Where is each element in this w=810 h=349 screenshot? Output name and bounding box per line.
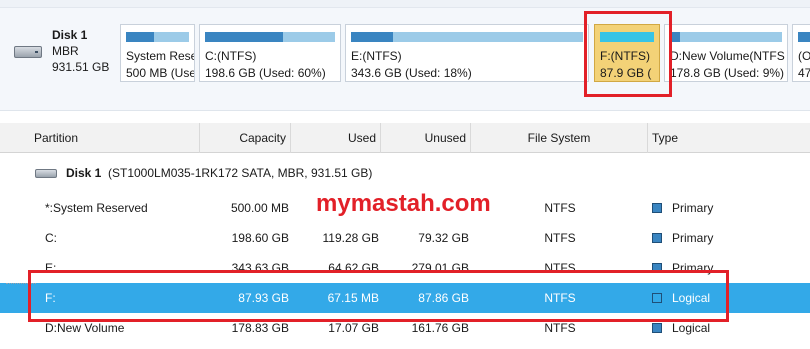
partition-used: 119.28 GB <box>322 231 379 245</box>
partition-capacity: 198.60 GB <box>231 231 289 245</box>
partition-block-label: D:New Volume(NTFS <box>670 49 785 63</box>
partition-type-label: Primary <box>672 231 714 245</box>
partition-name: *:System Reserved <box>45 201 148 215</box>
partition-block-d[interactable]: D:New Volume(NTFS 178.8 GB (Used: 9%) <box>664 24 788 82</box>
usage-fill <box>798 32 810 42</box>
hard-disk-icon <box>35 169 57 178</box>
partition-block-c[interactable]: C:(NTFS) 198.6 GB (Used: 60%) <box>199 24 341 82</box>
disk-type: MBR <box>52 44 79 58</box>
usage-fill <box>205 32 283 42</box>
partition-block-system-reserved[interactable]: System Rese 500 MB (Use <box>120 24 195 82</box>
disk-map-disk-info[interactable]: Disk 1 MBR 931.51 GB <box>10 22 115 82</box>
partition-name: C: <box>45 231 57 245</box>
partition-capacity: 500.00 MB <box>230 201 289 215</box>
usage-bar <box>205 32 335 42</box>
partition-block-detail: 343.6 GB (Used: 18%) <box>351 66 472 80</box>
column-header-unused[interactable]: Unused <box>381 123 471 153</box>
disk-size: 931.51 GB <box>52 60 110 74</box>
usage-bar <box>351 32 583 42</box>
column-header-file-system[interactable]: File System <box>471 123 648 153</box>
partition-type-label: Primary <box>672 201 714 215</box>
partition-table-header: Partition Capacity Used Unused File Syst… <box>0 123 810 153</box>
disk-row-name: Disk 1 <box>66 166 102 180</box>
partition-type: Primary <box>652 193 713 223</box>
column-header-used[interactable]: Used <box>291 123 381 153</box>
usage-bar <box>126 32 189 42</box>
partition-type-label: Logical <box>672 321 711 335</box>
usage-fill <box>351 32 393 42</box>
partition-block-label: E:(NTFS) <box>351 49 402 63</box>
table-row[interactable]: C: 198.60 GB 119.28 GB 79.32 GB NTFS Pri… <box>0 223 810 253</box>
column-header-capacity[interactable]: Capacity <box>200 123 291 153</box>
partition-file-system: NTFS <box>544 201 576 215</box>
highlight-box-row-f <box>28 270 729 322</box>
partition-block-label: (O <box>798 49 810 63</box>
hard-disk-icon <box>14 46 42 58</box>
partition-block-detail: 198.6 GB (Used: 60%) <box>205 66 326 80</box>
disk-map-panel: Disk 1 MBR 931.51 GB System Rese 500 MB … <box>0 0 810 111</box>
highlight-box-partition-f <box>584 11 672 97</box>
watermark: mymastah.com <box>316 190 491 217</box>
partition-unused: 79.32 GB <box>418 231 469 245</box>
partition-block-o[interactable]: (O 47 <box>792 24 810 82</box>
partition-block-e[interactable]: E:(NTFS) 343.6 GB (Used: 18%) <box>345 24 589 82</box>
partition-block-detail: 47 <box>798 66 810 80</box>
disk-name: Disk 1 <box>52 28 88 42</box>
usage-bar <box>670 32 782 42</box>
panel-gap <box>0 111 810 123</box>
partition-block-detail: 178.8 GB (Used: 9%) <box>670 66 785 80</box>
toolbar-edge <box>0 0 810 8</box>
usage-fill <box>126 32 155 42</box>
partition-file-system: NTFS <box>544 231 576 245</box>
usage-bar <box>798 32 810 42</box>
column-header-partition[interactable]: Partition <box>0 123 200 153</box>
partition-block-label: System Rese <box>126 49 195 63</box>
disk-row-details: (ST1000LM035-1RK172 SATA, MBR, 931.51 GB… <box>108 166 373 180</box>
column-header-type[interactable]: Type <box>648 123 810 153</box>
partition-type: Primary <box>652 223 713 253</box>
partition-block-label: C:(NTFS) <box>205 49 257 63</box>
disk-row[interactable]: Disk 1 (ST1000LM035-1RK172 SATA, MBR, 93… <box>0 158 810 188</box>
partition-block-detail: 500 MB (Use <box>126 66 195 80</box>
